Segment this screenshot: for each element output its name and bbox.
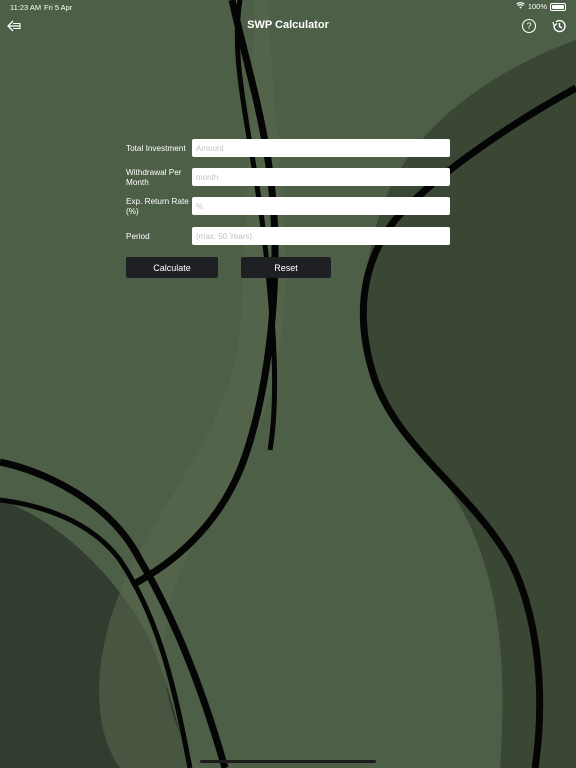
calculate-button[interactable]: Calculate xyxy=(126,257,218,278)
home-indicator[interactable] xyxy=(200,760,376,763)
help-button[interactable]: ? xyxy=(521,18,537,34)
reset-button[interactable]: Reset xyxy=(241,257,331,278)
page-title: SWP Calculator xyxy=(247,19,329,31)
return-rate-input[interactable] xyxy=(192,197,450,215)
question-circle-icon: ? xyxy=(521,18,537,34)
navigation-bar: SWP Calculator ? xyxy=(0,14,576,40)
wifi-icon xyxy=(516,2,525,11)
withdrawal-per-month-row: Withdrawal Per Month xyxy=(126,168,450,188)
period-row: Period xyxy=(126,227,450,247)
return-rate-row: Exp. Return Rate (%) xyxy=(126,197,450,217)
battery-icon xyxy=(550,2,566,11)
background-art xyxy=(0,0,576,768)
status-time: 11:23 AM xyxy=(10,3,42,12)
withdrawal-per-month-input[interactable] xyxy=(192,168,450,186)
history-button[interactable] xyxy=(551,18,567,34)
period-label: Period xyxy=(126,232,150,241)
withdrawal-per-month-label: Withdrawal Per Month xyxy=(126,168,182,187)
period-input[interactable] xyxy=(192,227,450,245)
swp-calculator-screen: 11:23 AM Fri 5 Apr 100% SWP Calculator ? xyxy=(0,0,576,768)
battery-percent: 100% xyxy=(527,2,547,11)
status-bar: 11:23 AM Fri 5 Apr 100% xyxy=(0,0,576,14)
history-clock-icon xyxy=(552,19,566,33)
total-investment-row: Total Investment xyxy=(126,139,450,159)
status-indicators: 100% xyxy=(516,2,566,11)
svg-text:?: ? xyxy=(526,21,531,31)
total-investment-label: Total Investment xyxy=(126,144,186,153)
return-rate-label: Exp. Return Rate (%) xyxy=(126,197,189,216)
total-investment-input[interactable] xyxy=(192,139,450,157)
status-date: Fri 5 Apr xyxy=(44,3,73,12)
